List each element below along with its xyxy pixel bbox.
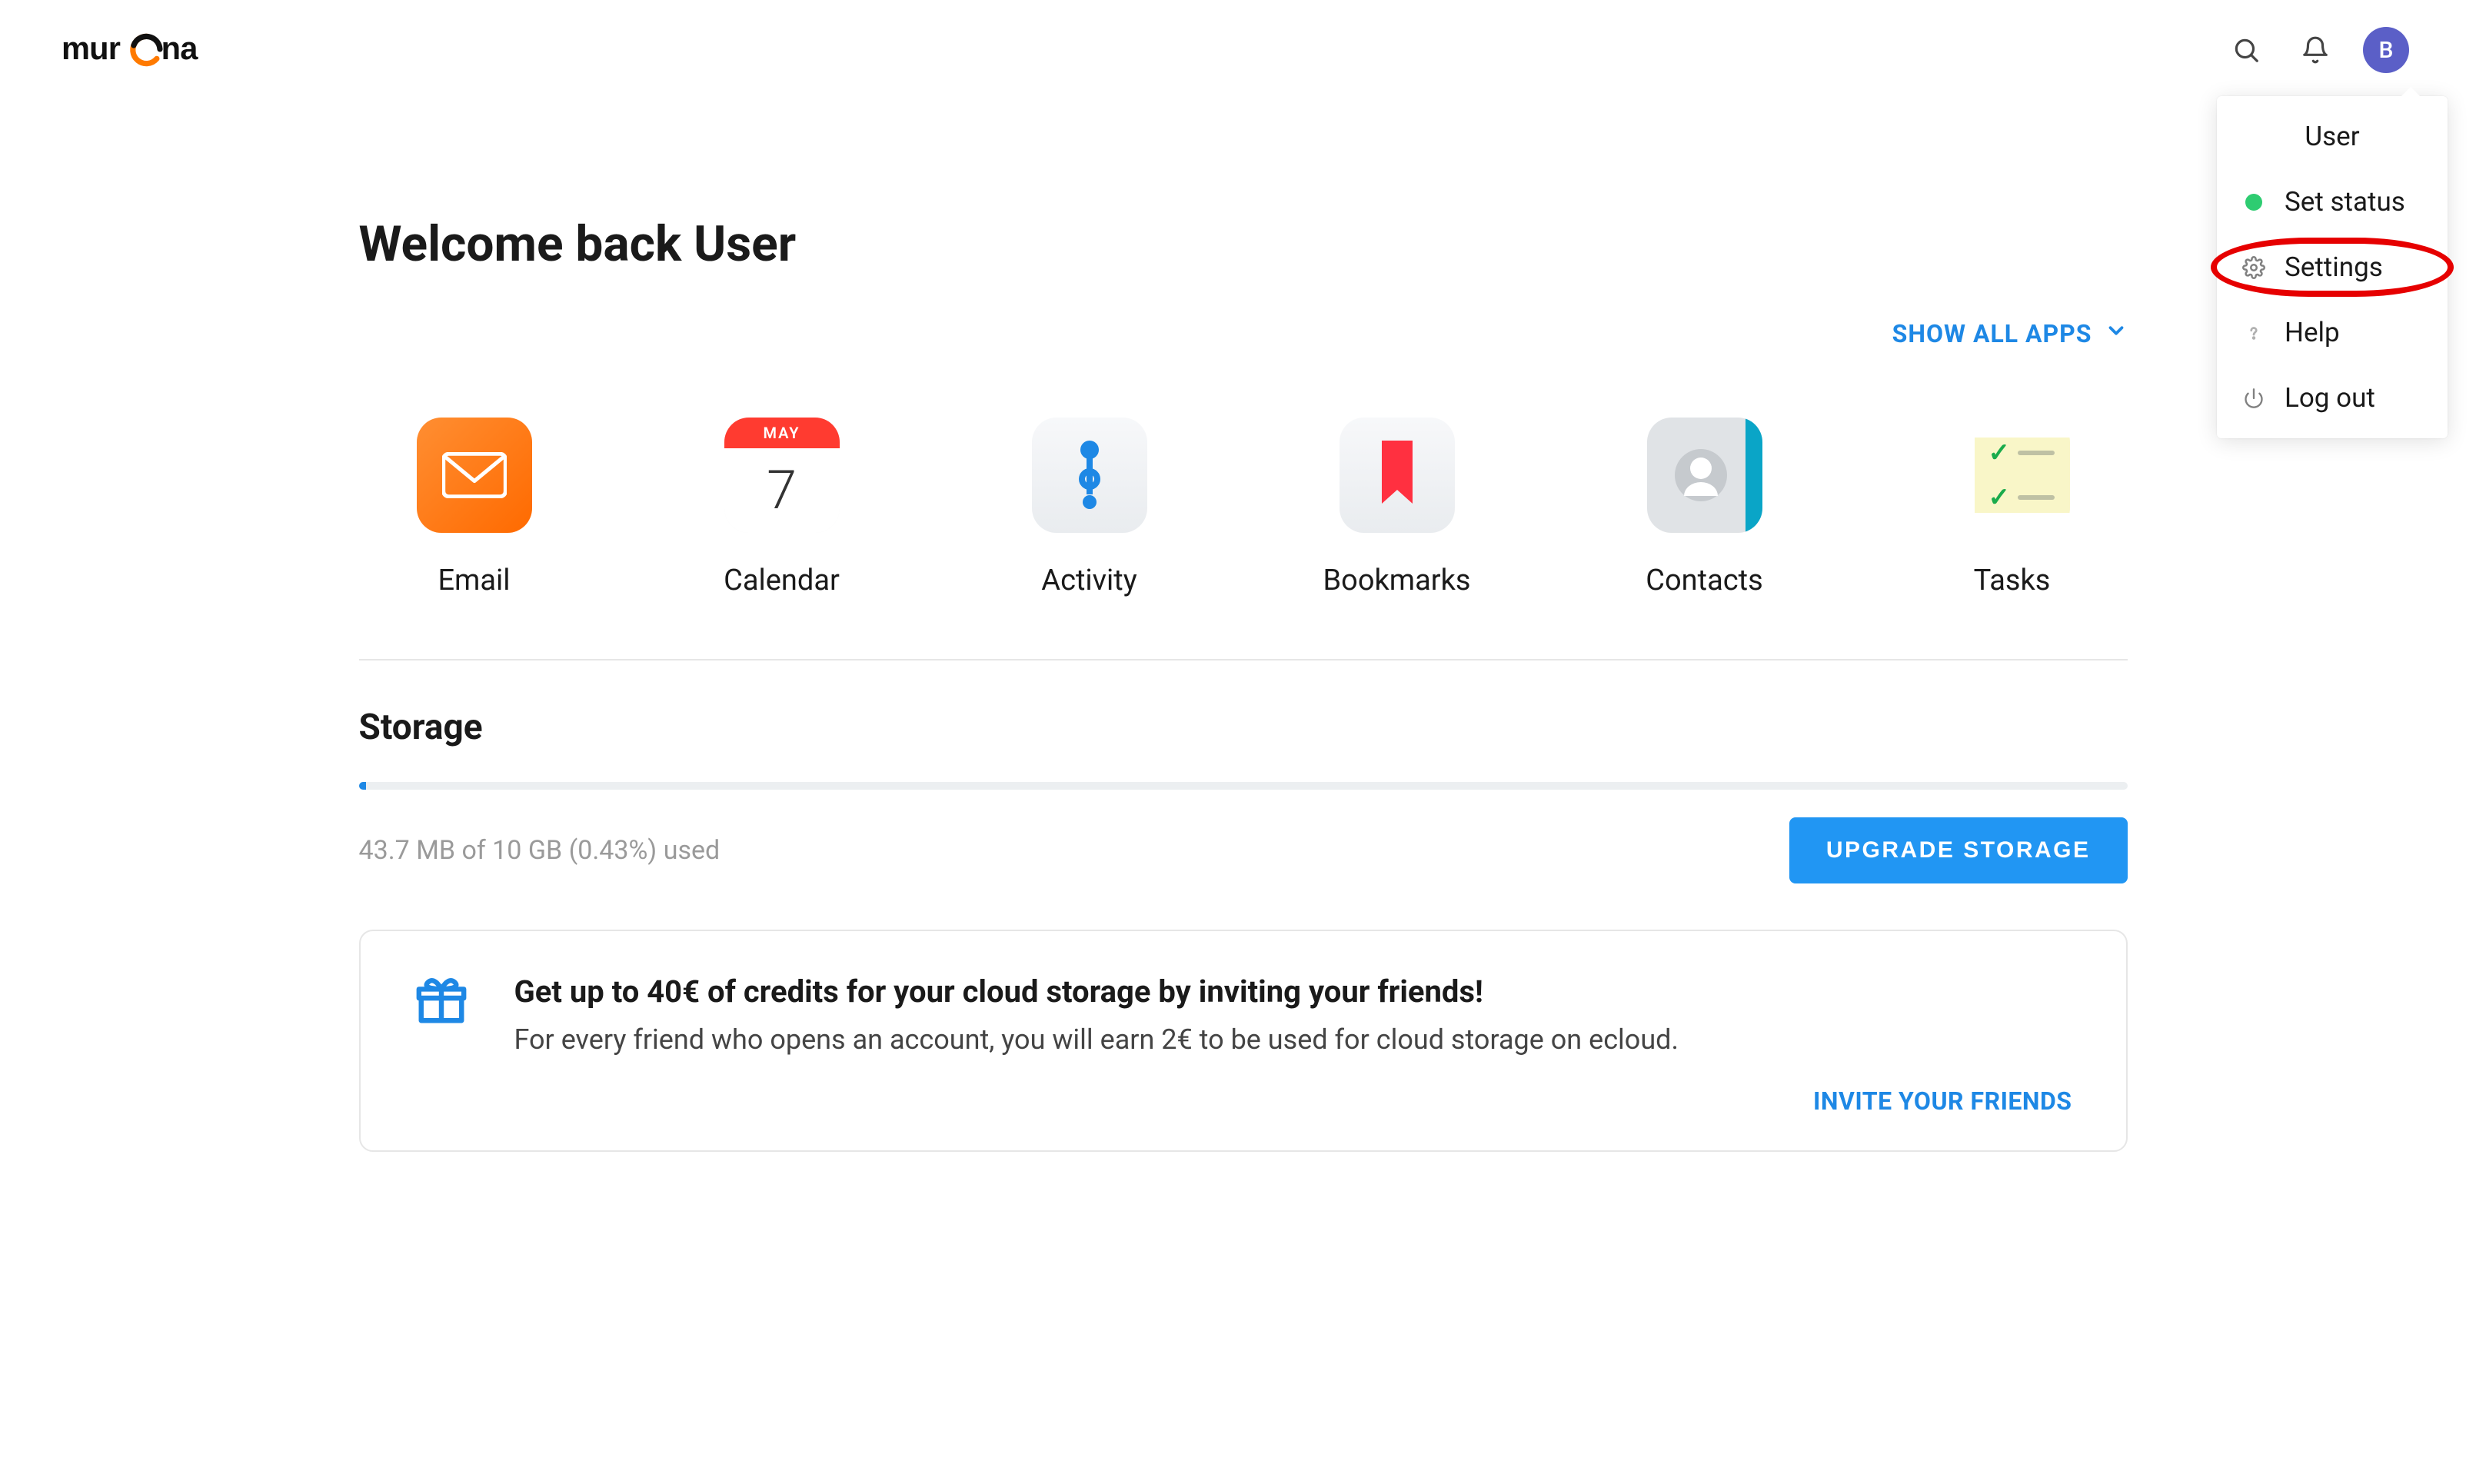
email-icon [417,418,532,533]
power-icon [2240,384,2268,412]
apps-grid: Email MAY 7 Calendar Activity [359,418,2128,660]
user-menu-set-status[interactable]: Set status [2217,169,2448,235]
user-menu-set-status-label: Set status [2285,186,2405,218]
user-menu-username: User [2217,104,2448,169]
storage-section: Storage 43.7 MB of 10 GB (0.43%) used UP… [359,707,2128,883]
app-contacts[interactable]: Contacts [1628,418,1782,597]
user-menu-help-label: Help [2285,317,2340,348]
welcome-heading: Welcome back User [359,215,2128,273]
notifications-icon[interactable] [2294,28,2337,72]
app-activity-label: Activity [1041,564,1137,597]
header-actions: B User Set status Settings [2225,27,2455,73]
app-tasks-label: Tasks [1974,564,2051,597]
invite-friends-button[interactable]: INVITE YOUR FRIENDS [1813,1086,2072,1116]
user-menu-username-label: User [2305,121,2359,152]
storage-usage-text: 43.7 MB of 10 GB (0.43%) used [359,835,721,866]
contacts-icon [1647,418,1762,533]
user-menu-settings[interactable]: Settings [2217,235,2448,300]
calendar-day-label: 7 [724,448,840,533]
user-menu-logout-label: Log out [2285,382,2375,414]
app-activity[interactable]: Activity [1013,418,1166,597]
question-icon [2240,319,2268,347]
app-calendar[interactable]: MAY 7 Calendar [705,418,859,597]
calendar-month-label: MAY [724,418,840,448]
status-dot-icon [2240,188,2268,216]
calendar-icon: MAY 7 [724,418,840,533]
app-email-label: Email [438,564,510,597]
show-all-apps-button[interactable]: SHOW ALL APPS [359,319,2128,348]
activity-icon [1032,418,1147,533]
tasks-icon: ✓ ✓ [1955,418,2070,533]
storage-progress-bar [359,782,2128,790]
svg-text:mur: mur [62,32,121,66]
user-menu-dropdown: User Set status Settings [2217,96,2448,438]
svg-text:na: na [161,32,199,66]
header: mur na B User [0,0,2486,77]
app-email[interactable]: Email [398,418,551,597]
upgrade-storage-button[interactable]: UPGRADE STORAGE [1789,817,2128,883]
storage-title: Storage [359,707,2128,748]
user-menu-help[interactable]: Help [2217,300,2448,365]
bookmark-icon [1340,418,1455,533]
show-all-apps-label: SHOW ALL APPS [1892,319,2092,348]
gift-icon [414,973,468,1030]
invite-card: Get up to 40€ of credits for your cloud … [359,930,2128,1152]
app-tasks[interactable]: ✓ ✓ Tasks [1935,418,2089,597]
user-menu-settings-label: Settings [2285,251,2383,283]
app-bookmarks[interactable]: Bookmarks [1320,418,1474,597]
chevron-down-icon [2105,319,2128,348]
gear-icon [2240,254,2268,281]
app-bookmarks-label: Bookmarks [1323,564,1470,597]
brand-logo[interactable]: mur na [46,32,261,68]
main-content: Welcome back User SHOW ALL APPS Email MA… [359,215,2128,1152]
search-icon[interactable] [2225,28,2268,72]
storage-progress-fill [359,782,367,790]
avatar[interactable]: B [2363,27,2409,73]
user-menu-logout[interactable]: Log out [2217,365,2448,431]
avatar-initial: B [2379,37,2394,64]
invite-subtitle: For every friend who opens an account, y… [514,1023,1679,1056]
invite-title: Get up to 40€ of credits for your cloud … [514,973,1679,1010]
app-calendar-label: Calendar [724,564,840,597]
app-contacts-label: Contacts [1646,564,1762,597]
